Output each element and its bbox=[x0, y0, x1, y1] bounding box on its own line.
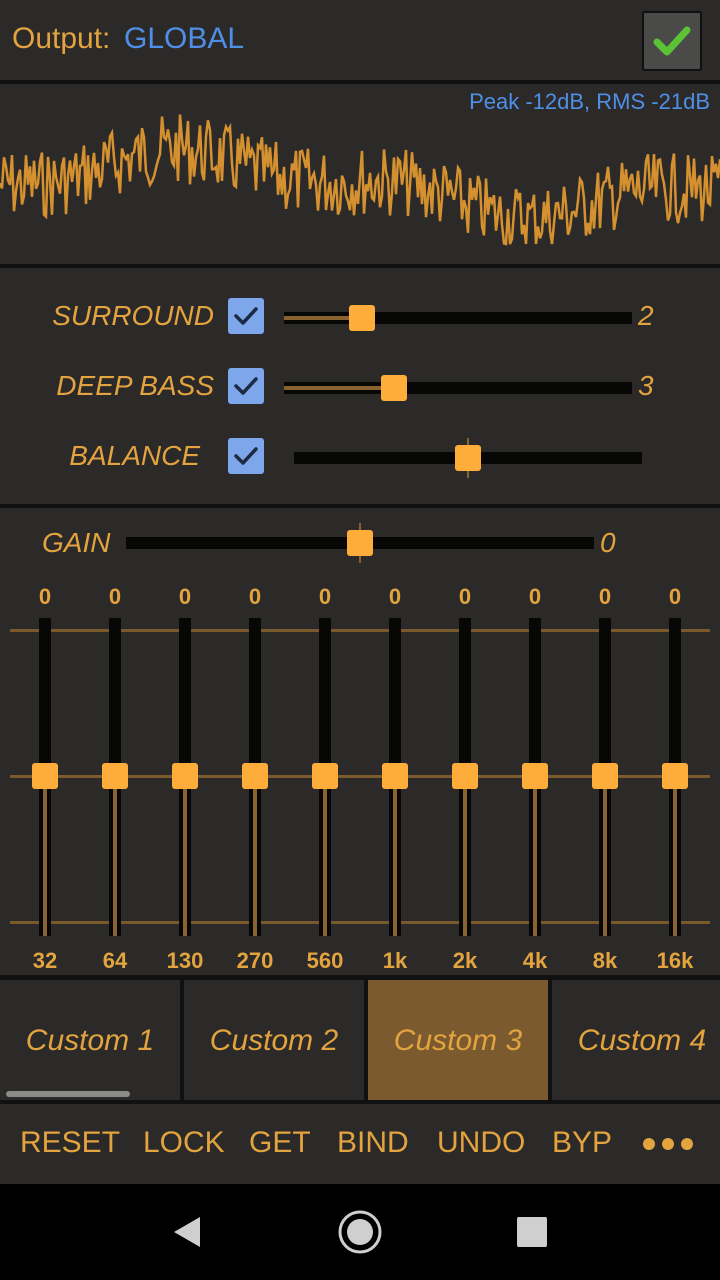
band-frequency-label: 64 bbox=[102, 948, 128, 973]
band-gain-value: 0 bbox=[458, 584, 472, 609]
band-frequency-label: 560 bbox=[306, 948, 344, 973]
surround-label: SURROUND bbox=[52, 300, 214, 331]
bypass-button[interactable]: BYP bbox=[552, 1126, 612, 1160]
band-slider[interactable] bbox=[452, 618, 478, 936]
more-dots-icon[interactable] bbox=[640, 1130, 696, 1158]
surround-slider[interactable] bbox=[284, 305, 632, 331]
band-slider[interactable] bbox=[592, 618, 618, 936]
lock-button[interactable]: LOCK bbox=[143, 1126, 225, 1160]
band-slider[interactable] bbox=[242, 618, 268, 936]
bind-button[interactable]: BIND bbox=[337, 1126, 409, 1160]
undo-button[interactable]: UNDO bbox=[437, 1126, 525, 1160]
preset-custom-3[interactable]: Custom 3 bbox=[368, 980, 548, 1100]
deep-bass-label: DEEP BASS bbox=[56, 370, 214, 401]
surround-checkbox[interactable] bbox=[228, 298, 264, 334]
checkmark-icon bbox=[653, 26, 691, 56]
balance-checkbox[interactable] bbox=[228, 438, 264, 474]
preset-custom-1[interactable]: Custom 1 bbox=[0, 980, 180, 1100]
get-button[interactable]: GET bbox=[249, 1126, 311, 1160]
recents-square-icon[interactable] bbox=[516, 1216, 548, 1248]
reset-button[interactable]: RESET bbox=[20, 1126, 120, 1160]
band-frequency-label: 2k bbox=[452, 948, 478, 973]
band-gain-value: 0 bbox=[598, 584, 612, 609]
band-slider[interactable] bbox=[32, 618, 58, 936]
band-slider-thumb[interactable] bbox=[242, 763, 268, 789]
band-slider[interactable] bbox=[662, 618, 688, 936]
band-gain-value: 0 bbox=[388, 584, 402, 609]
band-gain-value: 0 bbox=[38, 584, 52, 609]
band-slider-thumb[interactable] bbox=[662, 763, 688, 789]
check-icon bbox=[234, 307, 258, 325]
band-slider[interactable] bbox=[172, 618, 198, 936]
surround-value: 2 bbox=[638, 300, 654, 331]
divider bbox=[0, 264, 720, 268]
surround-slider-thumb[interactable] bbox=[349, 305, 375, 331]
divider bbox=[0, 504, 720, 508]
band-frequency-label: 16k bbox=[656, 948, 694, 973]
balance-label: BALANCE bbox=[69, 440, 200, 471]
band-slider-thumb[interactable] bbox=[452, 763, 478, 789]
band-slider-thumb[interactable] bbox=[32, 763, 58, 789]
balance-slider[interactable] bbox=[294, 438, 642, 478]
band-slider-thumb[interactable] bbox=[172, 763, 198, 789]
band-slider-thumb[interactable] bbox=[382, 763, 408, 789]
back-triangle-icon[interactable] bbox=[170, 1214, 204, 1250]
band-slider[interactable] bbox=[522, 618, 548, 936]
preset-scrollbar[interactable] bbox=[6, 1091, 130, 1097]
peak-rms-readout: Peak -12dB, RMS -21dB bbox=[469, 89, 710, 114]
deep-bass-value: 3 bbox=[638, 370, 654, 401]
output-selector[interactable]: GLOBAL bbox=[124, 22, 244, 56]
deep-bass-checkbox[interactable] bbox=[228, 368, 264, 404]
band-gain-value: 0 bbox=[318, 584, 332, 609]
band-slider[interactable] bbox=[382, 618, 408, 936]
band-frequency-label: 270 bbox=[236, 948, 274, 973]
band-frequency-label: 32 bbox=[32, 948, 58, 973]
preset-custom-2[interactable]: Custom 2 bbox=[184, 980, 364, 1100]
band-gain-value: 0 bbox=[528, 584, 542, 609]
check-icon bbox=[234, 377, 258, 395]
balance-slider-thumb[interactable] bbox=[455, 445, 481, 471]
gain-slider[interactable] bbox=[126, 523, 594, 563]
gain-slider-thumb[interactable] bbox=[347, 530, 373, 556]
band-frequency-label: 130 bbox=[166, 948, 204, 973]
band-slider-thumb[interactable] bbox=[522, 763, 548, 789]
divider bbox=[0, 1100, 720, 1104]
band-slider-thumb[interactable] bbox=[592, 763, 618, 789]
band-gain-value: 0 bbox=[108, 584, 122, 609]
confirm-button[interactable] bbox=[642, 11, 702, 71]
band-frequency-label: 4k bbox=[522, 948, 548, 973]
deep-bass-slider-thumb[interactable] bbox=[381, 375, 407, 401]
output-label: Output: bbox=[12, 22, 111, 55]
band-frequency-label: 1k bbox=[382, 948, 408, 973]
check-icon bbox=[234, 447, 258, 465]
system-nav-bar bbox=[0, 1184, 720, 1280]
band-slider-thumb[interactable] bbox=[312, 763, 338, 789]
band-frequency-label: 8k bbox=[592, 948, 618, 973]
band-slider[interactable] bbox=[102, 618, 128, 936]
gain-value: 0 bbox=[600, 527, 616, 558]
gain-label: GAIN bbox=[42, 527, 111, 558]
band-slider-thumb[interactable] bbox=[102, 763, 128, 789]
band-slider[interactable] bbox=[312, 618, 338, 936]
band-gain-value: 0 bbox=[248, 584, 262, 609]
deep-bass-slider[interactable] bbox=[284, 375, 632, 401]
band-gain-value: 0 bbox=[178, 584, 192, 609]
preset-custom-4[interactable]: Custom 4 bbox=[552, 980, 720, 1100]
band-gain-value: 0 bbox=[668, 584, 682, 609]
home-circle-icon[interactable] bbox=[337, 1209, 383, 1255]
